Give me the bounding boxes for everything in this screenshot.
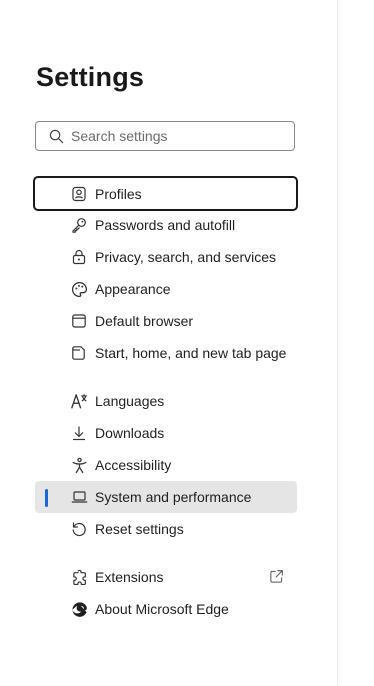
nav-item-label: Passwords and autofill xyxy=(95,217,236,233)
language-icon xyxy=(70,392,88,410)
browser-icon xyxy=(70,312,88,330)
nav-item-label: Profiles xyxy=(95,185,142,202)
nav-item-extensions[interactable]: Extensions xyxy=(35,561,297,593)
nav-item-passwords[interactable]: Passwords and autofill xyxy=(35,209,297,241)
nav-item-privacy[interactable]: Privacy, search, and services xyxy=(35,241,297,273)
open-external-icon xyxy=(269,569,285,585)
nav-item-label: Accessibility xyxy=(95,457,172,473)
search-box[interactable] xyxy=(35,121,295,151)
home-tab-icon xyxy=(70,344,88,362)
accessibility-icon xyxy=(70,456,88,474)
laptop-icon xyxy=(70,488,88,506)
nav-item-label: Appearance xyxy=(95,281,171,297)
nav-item-label: Default browser xyxy=(95,313,194,329)
nav-item-label: Start, home, and new tab page xyxy=(95,345,287,361)
search-input[interactable] xyxy=(71,128,281,144)
selected-indicator xyxy=(45,489,48,507)
pane-divider xyxy=(337,0,338,686)
nav-item-default-browser[interactable]: Default browser xyxy=(35,305,297,337)
nav-item-label: Extensions xyxy=(95,569,164,585)
download-icon xyxy=(70,424,88,442)
nav-item-downloads[interactable]: Downloads xyxy=(35,417,297,449)
puzzle-icon xyxy=(70,568,88,586)
settings-sidebar-page: Settings Profiles Passwords and autofill… xyxy=(0,0,374,686)
nav-item-languages[interactable]: Languages xyxy=(35,385,297,417)
page-title: Settings xyxy=(36,62,145,92)
search-icon xyxy=(48,128,64,144)
nav-item-label: Languages xyxy=(95,393,165,409)
nav-item-accessibility[interactable]: Accessibility xyxy=(35,449,297,481)
profile-icon xyxy=(70,185,88,203)
nav-item-start-home[interactable]: Start, home, and new tab page xyxy=(35,337,297,369)
nav-item-reset-settings[interactable]: Reset settings xyxy=(35,513,297,545)
nav-item-label: About Microsoft Edge xyxy=(95,601,229,617)
nav-item-profiles[interactable]: Profiles xyxy=(33,176,298,211)
edge-logo-icon xyxy=(70,600,88,618)
nav-item-label: Reset settings xyxy=(95,521,184,537)
nav-item-about-edge[interactable]: About Microsoft Edge xyxy=(35,593,297,625)
nav-item-label: Privacy, search, and services xyxy=(95,249,277,265)
palette-icon xyxy=(70,280,88,298)
nav-item-system-performance[interactable]: System and performance xyxy=(35,481,297,513)
lock-icon xyxy=(70,248,88,266)
nav-item-label: System and performance xyxy=(95,489,252,505)
nav-item-appearance[interactable]: Appearance xyxy=(35,273,297,305)
nav-item-label: Downloads xyxy=(95,425,165,441)
key-icon xyxy=(70,216,88,234)
reset-icon xyxy=(70,520,88,538)
